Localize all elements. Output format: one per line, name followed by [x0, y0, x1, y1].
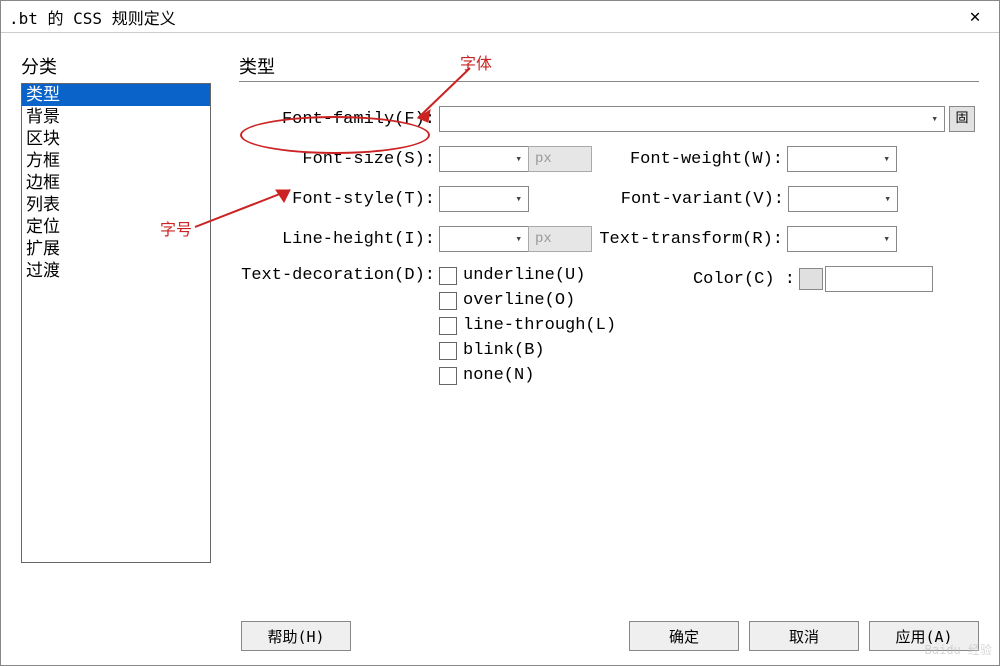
text-decoration-options: underline(U) overline(O) line-through(L) bl…	[439, 266, 669, 391]
label-color: Color(C) :	[669, 270, 799, 289]
category-item[interactable]: 区块	[22, 128, 210, 150]
category-item[interactable]: 背景	[22, 106, 210, 128]
cancel-button[interactable]: 取消	[749, 621, 859, 651]
label-font-weight: Font-weight(W):	[592, 150, 787, 169]
chevron-down-icon: ▾	[515, 152, 522, 166]
checkbox[interactable]	[439, 292, 457, 310]
dialog-body: 分类 类型背景区块方框边框列表定位扩展过渡 类型 Font-family(F):…	[1, 33, 999, 613]
checkbox[interactable]	[439, 342, 457, 360]
category-item[interactable]: 扩展	[22, 238, 210, 260]
row-font-size: Font-size(S): ▾ px Font-weight(W): ▾	[239, 146, 979, 172]
unit-font-size[interactable]: px	[528, 146, 592, 172]
decoration-option: none(N)	[439, 366, 669, 385]
chevron-down-icon: ▾	[515, 192, 522, 206]
font-family-extra-button[interactable]: 固	[949, 106, 975, 132]
checkbox[interactable]	[439, 367, 457, 385]
window-title: .bt 的 CSS 规则定义	[9, 5, 959, 29]
label-font-variant: Font-variant(V):	[593, 190, 788, 209]
label-text-decoration: Text-decoration(D):	[239, 266, 439, 285]
category-item[interactable]: 边框	[22, 172, 210, 194]
row-text-decoration: Text-decoration(D): underline(U) overline…	[239, 266, 979, 391]
category-item[interactable]: 过渡	[22, 260, 210, 282]
titlebar: .bt 的 CSS 规则定义 ✕	[1, 1, 999, 33]
chevron-down-icon: ▾	[884, 192, 891, 206]
select-font-weight[interactable]: ▾	[787, 146, 897, 172]
dialog-footer: 帮助(H) 确定 取消 应用(A)	[1, 613, 999, 665]
decoration-label: underline(U)	[463, 266, 585, 285]
category-item[interactable]: 定位	[22, 216, 210, 238]
color-group: Color(C) :	[669, 266, 933, 292]
category-item[interactable]: 列表	[22, 194, 210, 216]
decoration-label: line-through(L)	[463, 316, 616, 335]
category-item[interactable]: 方框	[22, 150, 210, 172]
css-rule-dialog: .bt 的 CSS 规则定义 ✕ 分类 类型背景区块方框边框列表定位扩展过渡 类…	[0, 0, 1000, 666]
chevron-down-icon: ▾	[515, 232, 522, 246]
decoration-label: overline(O)	[463, 291, 575, 310]
select-font-family[interactable]: ▾	[439, 106, 945, 132]
color-swatch[interactable]	[799, 268, 823, 290]
row-line-height: Line-height(I): ▾ px Text-transform(R): …	[239, 226, 979, 252]
chevron-down-icon: ▾	[883, 232, 890, 246]
category-panel: 分类 类型背景区块方框边框列表定位扩展过渡	[21, 53, 211, 605]
label-font-family: Font-family(F):	[239, 110, 439, 129]
category-header: 分类	[21, 53, 211, 79]
label-text-transform: Text-transform(R):	[592, 230, 787, 249]
form: Font-family(F): ▾ 固 Font-size(S): ▾ px F…	[239, 106, 979, 405]
decoration-option: underline(U)	[439, 266, 669, 285]
unit-line-height[interactable]: px	[528, 226, 592, 252]
ok-button[interactable]: 确定	[629, 621, 739, 651]
checkbox[interactable]	[439, 267, 457, 285]
row-font-family: Font-family(F): ▾ 固	[239, 106, 979, 132]
select-text-transform[interactable]: ▾	[787, 226, 897, 252]
divider	[239, 81, 979, 82]
row-font-style: Font-style(T): ▾ Font-variant(V): ▾	[239, 186, 979, 212]
decoration-option: blink(B)	[439, 341, 669, 360]
category-item[interactable]: 类型	[22, 84, 210, 106]
category-list[interactable]: 类型背景区块方框边框列表定位扩展过渡	[21, 83, 211, 563]
close-icon[interactable]: ✕	[959, 6, 991, 27]
color-input[interactable]	[825, 266, 933, 292]
help-button[interactable]: 帮助(H)	[241, 621, 351, 651]
chevron-down-icon: ▾	[883, 152, 890, 166]
decoration-option: overline(O)	[439, 291, 669, 310]
checkbox[interactable]	[439, 317, 457, 335]
select-font-variant[interactable]: ▾	[788, 186, 898, 212]
type-header: 类型	[239, 53, 979, 79]
decoration-option: line-through(L)	[439, 316, 669, 335]
apply-button[interactable]: 应用(A)	[869, 621, 979, 651]
chevron-down-icon: ▾	[931, 112, 938, 126]
select-font-style[interactable]: ▾	[439, 186, 529, 212]
label-font-style: Font-style(T):	[239, 190, 439, 209]
select-font-size[interactable]: ▾	[439, 146, 529, 172]
decoration-label: none(N)	[463, 366, 534, 385]
label-font-size: Font-size(S):	[239, 150, 439, 169]
decoration-label: blink(B)	[463, 341, 545, 360]
select-line-height[interactable]: ▾	[439, 226, 529, 252]
type-panel: 类型 Font-family(F): ▾ 固 Font-size(S): ▾ p…	[211, 53, 979, 605]
label-line-height: Line-height(I):	[239, 230, 439, 249]
